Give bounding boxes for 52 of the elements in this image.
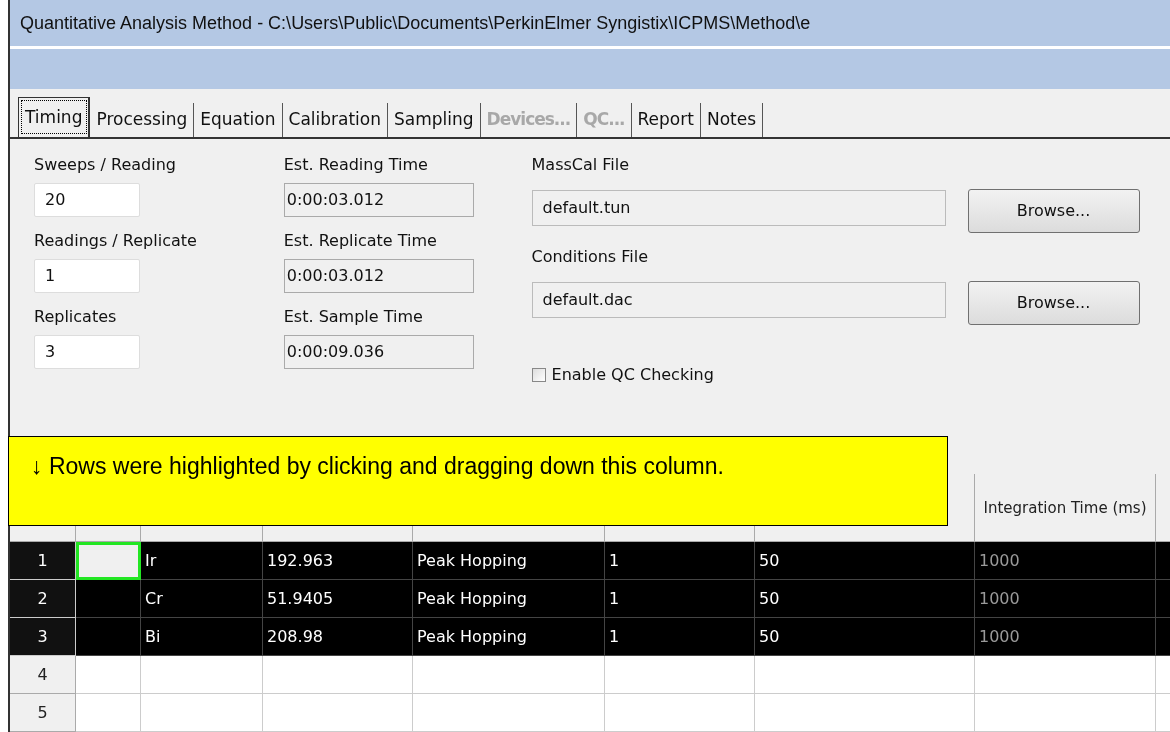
field-label: Readings / Replicate: [34, 230, 198, 252]
table-cell[interactable]: 1000: [975, 618, 1156, 656]
readonly-field[interactable]: 0:00:09.036: [283, 335, 474, 369]
row-header[interactable]: 4: [10, 656, 76, 694]
table-cell[interactable]: [1156, 618, 1170, 656]
readonly-field[interactable]: default.tun: [531, 190, 946, 226]
annotation-tooltip: ↓ Rows were highlighted by clicking and dragging down this column.: [8, 436, 948, 526]
table-cell[interactable]: 192.963: [263, 542, 413, 580]
row-header[interactable]: 3: [10, 618, 76, 656]
table-cell[interactable]: [76, 618, 141, 656]
table-cell[interactable]: [1156, 542, 1170, 580]
table-cell[interactable]: Cr: [141, 580, 263, 618]
table-cell[interactable]: [76, 580, 141, 618]
table-cell[interactable]: 1: [605, 542, 755, 580]
input-field[interactable]: 1: [34, 259, 140, 293]
field-label: Est. Replicate Time: [283, 230, 438, 252]
column-header[interactable]: Integration Time (ms): [975, 474, 1156, 542]
window-title: Quantitative Analysis Method - C:\Users\Public\Documents\PerkinElmer Syngistix\ICPMS\Method\e: [20, 11, 811, 35]
row-header[interactable]: 1: [10, 542, 76, 580]
table-cell[interactable]: 1: [605, 618, 755, 656]
readonly-field[interactable]: 0:00:03.012: [283, 183, 474, 217]
table-cell[interactable]: Bi: [141, 618, 263, 656]
table-cell[interactable]: 1000: [975, 580, 1156, 618]
table-cell[interactable]: 51.9405: [263, 580, 413, 618]
table-cell[interactable]: [1156, 580, 1170, 618]
field-label: Replicates: [34, 306, 118, 328]
table-cell[interactable]: Peak Hopping: [413, 618, 605, 656]
readonly-field[interactable]: 0:00:03.012: [283, 259, 474, 293]
tab[interactable]: Timing: [18, 97, 91, 137]
table-cell[interactable]: Ir: [141, 542, 263, 580]
input-field[interactable]: 3: [34, 335, 140, 369]
table-cell[interactable]: 50: [755, 618, 975, 656]
field-label: Est. Reading Time: [283, 154, 429, 176]
row-header[interactable]: 2: [10, 580, 76, 618]
table-cell[interactable]: Peak Hopping: [413, 580, 605, 618]
field-label: MassCal File: [531, 154, 631, 176]
table-cell[interactable]: 1: [605, 580, 755, 618]
field-label: Sweeps / Reading: [34, 154, 177, 176]
input-field[interactable]: 20: [34, 183, 140, 217]
table-cell[interactable]: 50: [755, 542, 975, 580]
table-cell[interactable]: Peak Hopping: [413, 542, 605, 580]
row-header[interactable]: 5: [10, 694, 76, 732]
browse-button[interactable]: Browse...: [967, 281, 1140, 325]
field-label: Conditions File: [531, 246, 650, 268]
browse-button[interactable]: Browse...: [967, 189, 1140, 233]
readonly-field[interactable]: default.dac: [531, 282, 946, 318]
table-cell[interactable]: 1000: [975, 542, 1156, 580]
table-cell[interactable]: 50: [755, 580, 975, 618]
table-cell[interactable]: 208.98: [263, 618, 413, 656]
checkbox[interactable]: [531, 368, 546, 382]
field-label: Est. Sample Time: [283, 306, 424, 328]
checkbox-label: Enable QC Checking: [551, 364, 714, 386]
